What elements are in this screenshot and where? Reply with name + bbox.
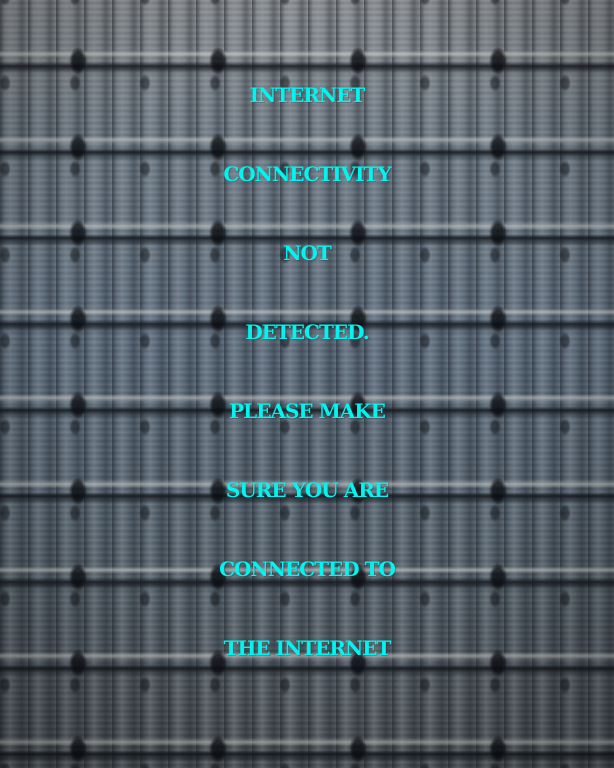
message-line-5: PLEASE MAKE bbox=[229, 399, 386, 423]
message-line-7: CONNECTED TO bbox=[219, 557, 396, 581]
message-line-2: CONNECTIVITY bbox=[223, 162, 391, 186]
message-line-6: SURE YOU ARE bbox=[225, 478, 389, 502]
message-line-1: INTERNET bbox=[249, 83, 366, 107]
message-line-4: DETECTED. bbox=[245, 320, 369, 344]
message-line-8: THE INTERNET bbox=[223, 636, 392, 660]
message-line-3: NOT bbox=[283, 241, 332, 265]
no-internet-message: INTERNET CONNECTIVITY NOT DETECTED. PLEA… bbox=[0, 56, 614, 688]
